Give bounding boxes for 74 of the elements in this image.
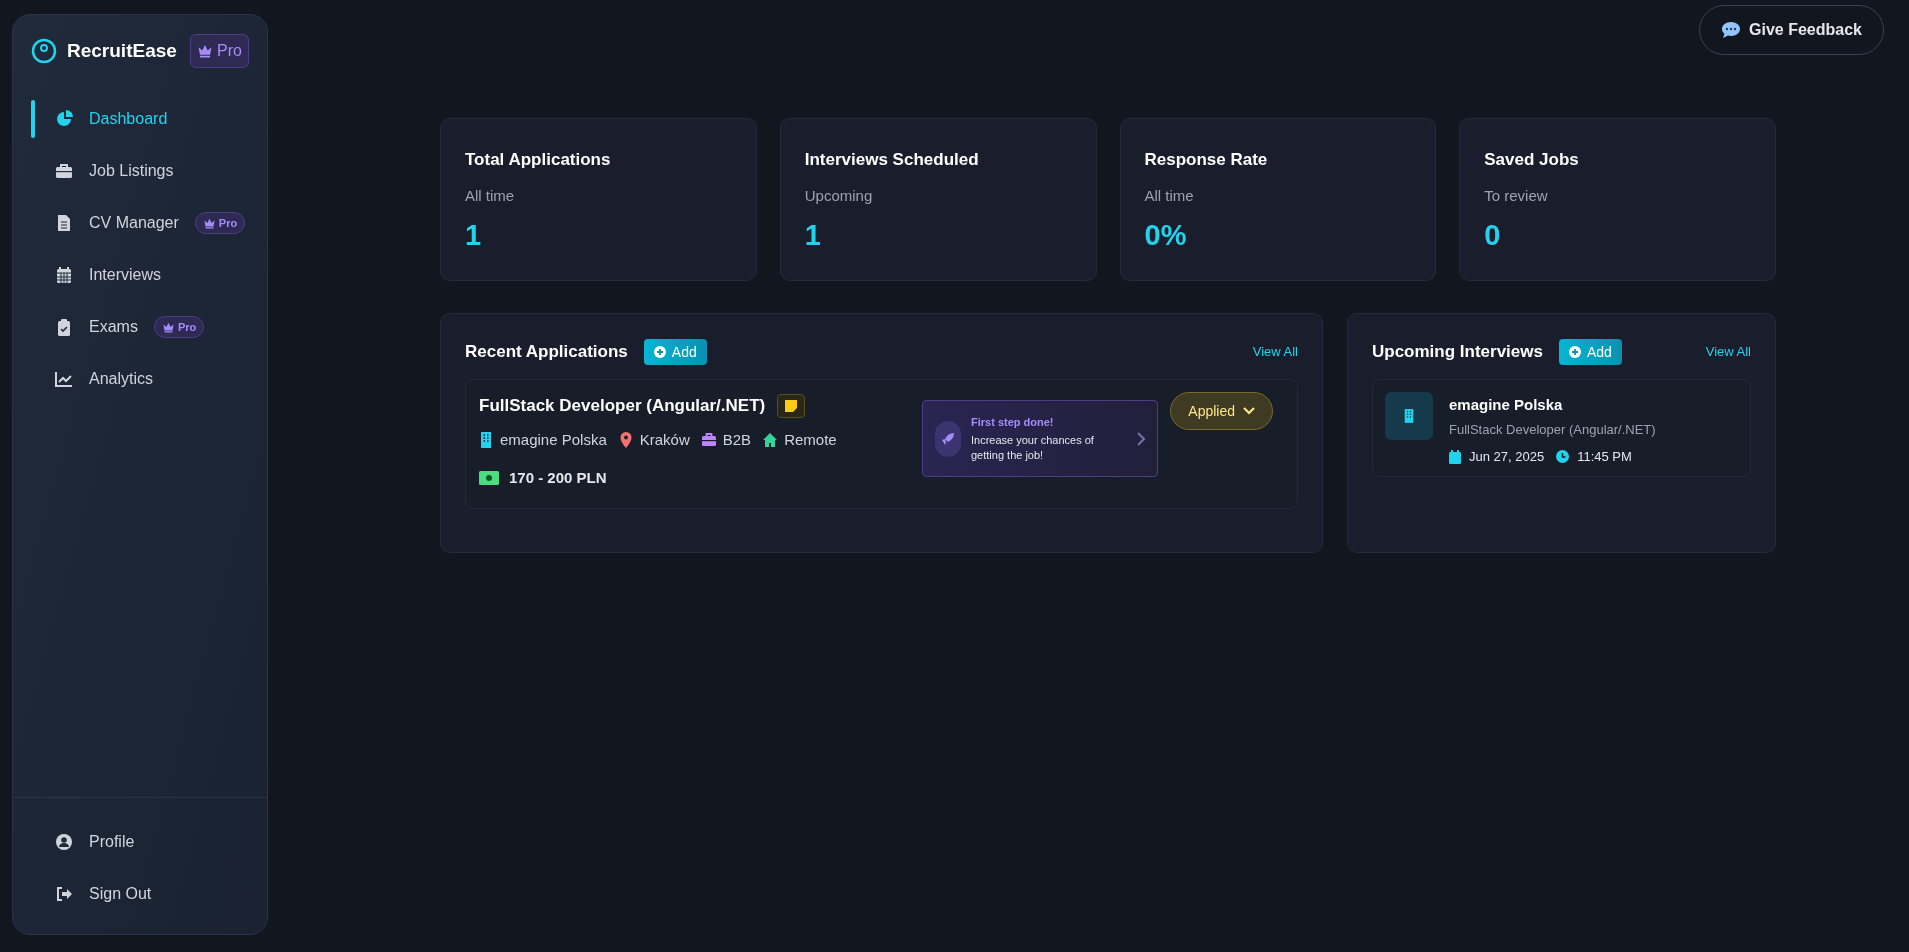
chevron-right-icon — [1137, 431, 1145, 446]
stat-subtitle: To review — [1484, 185, 1549, 206]
job-tag: Kraków — [639, 428, 690, 451]
briefcase-icon — [55, 162, 73, 180]
stat-value: 0% — [1144, 221, 1188, 250]
stat-title: Total Applications — [465, 149, 612, 171]
status-dropdown[interactable]: Applied — [1170, 392, 1273, 430]
salary: 170 - 200 PLN — [509, 468, 607, 488]
stat-subtitle: All time — [1144, 185, 1195, 206]
interview-card[interactable]: emagine Polska FullStack Developer (Angular/.NET) Jun 27, 2025 11:45 PM — [1372, 379, 1751, 477]
nav-item[interactable]: Dashboard — [13, 93, 267, 145]
nav-item[interactable]: CV Manager Pro — [13, 197, 267, 249]
plus-circle-icon — [1569, 346, 1581, 358]
pro-badge: Pro — [194, 211, 246, 235]
nav-item[interactable]: Analytics — [13, 353, 267, 405]
stat-value: 1 — [804, 221, 822, 250]
user-icon — [55, 833, 73, 851]
panel-title: Upcoming Interviews — [1372, 341, 1543, 364]
rocket-glyph-icon — [941, 431, 955, 446]
crown-icon — [161, 321, 175, 333]
briefcase-icon — [701, 431, 716, 448]
plus-circle-icon — [653, 346, 666, 358]
job-tag: Remote — [784, 428, 837, 451]
nav-item[interactable]: Exams Pro — [13, 301, 267, 353]
tip-text: Increase your chances of getting the job! — [971, 432, 1095, 463]
nav-item[interactable]: Profile — [13, 816, 267, 868]
calendar-icon — [55, 266, 73, 284]
pro-badge: Pro — [153, 315, 205, 339]
logo-icon — [31, 38, 57, 64]
nav-item[interactable]: Sign Out — [13, 868, 267, 920]
feedback-button[interactable]: Give Feedback — [1699, 5, 1884, 55]
nav-item[interactable]: Interviews — [13, 249, 267, 301]
stat-title: Saved Jobs — [1484, 149, 1580, 171]
application-card[interactable]: FullStack Developer (Angular/.NET) emagine Polska Kraków B2B Remote 170 - 200 PLN First step done! Increase your chances of getting the job! Applied — [465, 379, 1298, 509]
job-tag: emagine Polska — [500, 428, 607, 451]
document-icon — [55, 214, 73, 232]
crown-icon — [202, 217, 216, 229]
sign-out-icon — [55, 885, 73, 903]
stat-title: Interviews Scheduled — [804, 149, 980, 171]
tip-card[interactable]: First step done! Increase your chances of getting the job! — [922, 400, 1158, 477]
house-icon — [763, 431, 778, 448]
chat-bubble-icon — [1721, 21, 1742, 39]
app-name: RecruitEase — [67, 38, 177, 63]
interview-date: Jun 27, 2025 — [1469, 448, 1545, 466]
stat-value: 0 — [1484, 221, 1502, 250]
chevron-down-icon — [1243, 407, 1255, 415]
sticky-note-icon — [785, 399, 798, 412]
banknote-icon — [479, 471, 499, 486]
stat-value: 1 — [465, 221, 483, 250]
clipboard-check-icon — [55, 318, 73, 336]
pie-chart-icon — [55, 110, 73, 128]
clock-icon — [1556, 450, 1570, 464]
building-icon — [479, 431, 493, 448]
stat-title: Response Rate — [1144, 149, 1269, 171]
stat-subtitle: Upcoming — [804, 185, 874, 206]
map-pin-icon — [618, 431, 633, 448]
building-icon — [1403, 408, 1415, 424]
company-name: emagine Polska — [1449, 395, 1564, 415]
job-title: FullStack Developer (Angular/.NET) — [479, 395, 766, 417]
interview-time: 11:45 PM — [1577, 448, 1632, 466]
line-chart-icon — [55, 370, 73, 388]
pro-badge: Pro — [190, 34, 249, 68]
job-tag: B2B — [722, 428, 752, 451]
calendar-icon — [1449, 449, 1461, 464]
position-title: FullStack Developer (Angular/.NET) — [1449, 420, 1656, 439]
active-indicator — [31, 100, 35, 138]
panel-title: Recent Applications — [465, 341, 628, 364]
view-all-link[interactable]: View All — [1705, 342, 1751, 362]
note-button[interactable] — [777, 393, 806, 418]
tip-title: First step done! — [971, 414, 1055, 430]
view-all-link[interactable]: View All — [1252, 342, 1298, 362]
nav-item[interactable]: Job Listings — [13, 145, 267, 197]
stat-subtitle: All time — [465, 185, 516, 206]
crown-icon — [197, 44, 214, 58]
